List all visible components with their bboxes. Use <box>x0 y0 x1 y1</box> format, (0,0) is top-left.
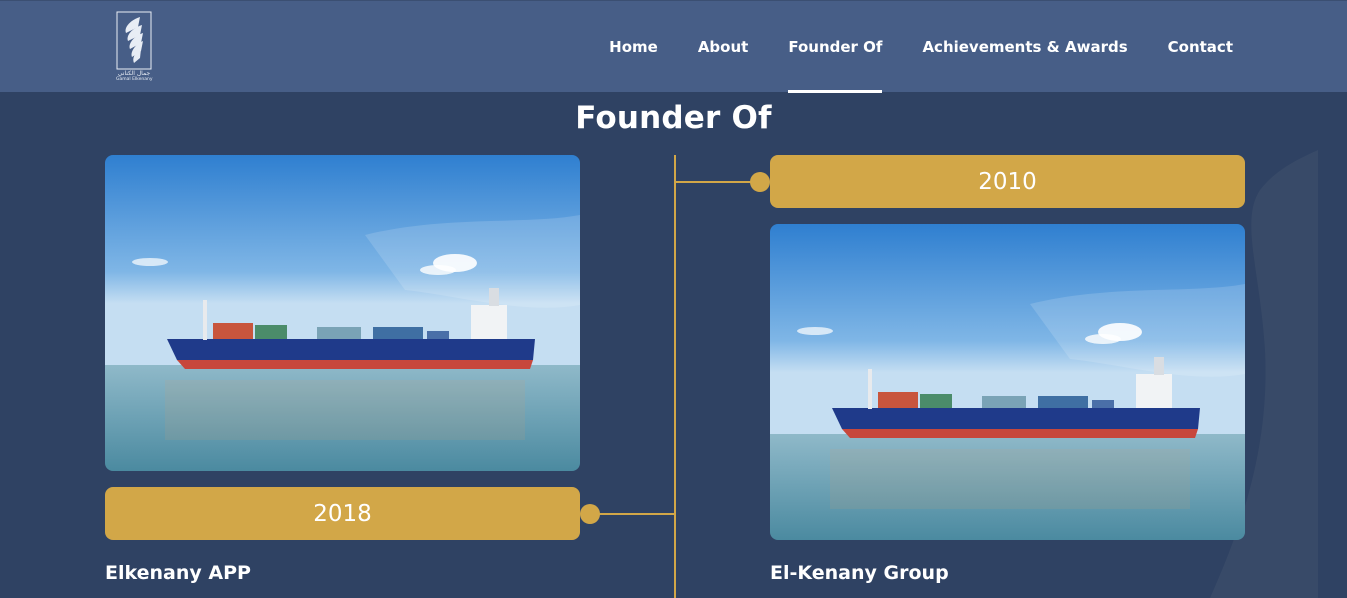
nav-founder-of[interactable]: Founder Of <box>768 1 902 93</box>
nav-home[interactable]: Home <box>589 1 678 93</box>
logo-arabic-text: جمال الكناني <box>117 70 151 77</box>
cargo-ship-image <box>770 224 1245 540</box>
entry-2010-image <box>770 224 1245 540</box>
entry-2010-year-badge: 2010 <box>770 155 1245 208</box>
entry-2018-image <box>105 155 580 471</box>
entry-2018-title: Elkenany APP <box>105 562 251 584</box>
timeline-line <box>674 155 676 598</box>
nav-about[interactable]: About <box>678 1 769 93</box>
entry-2018-year-badge: 2018 <box>105 487 580 540</box>
logo-english-text: Gamal Elkenany <box>116 77 153 82</box>
nav-achievements-awards[interactable]: Achievements & Awards <box>902 1 1147 93</box>
entry-2018-timeline-dot <box>580 504 600 524</box>
entry-2010-title: El-Kenany Group <box>770 562 949 584</box>
cargo-ship-image <box>105 155 580 471</box>
logo[interactable]: جمال الكناني Gamal Elkenany <box>116 11 153 85</box>
entry-2010-timeline-dot <box>750 172 770 192</box>
entry-2018-connector <box>590 513 675 515</box>
feather-logo-icon <box>116 11 152 70</box>
site-header: جمال الكناني Gamal Elkenany Home About F… <box>0 0 1347 93</box>
section-title: Founder Of <box>575 100 772 136</box>
nav-contact[interactable]: Contact <box>1148 1 1233 93</box>
main-nav: Home About Founder Of Achievements & Awa… <box>589 1 1233 93</box>
